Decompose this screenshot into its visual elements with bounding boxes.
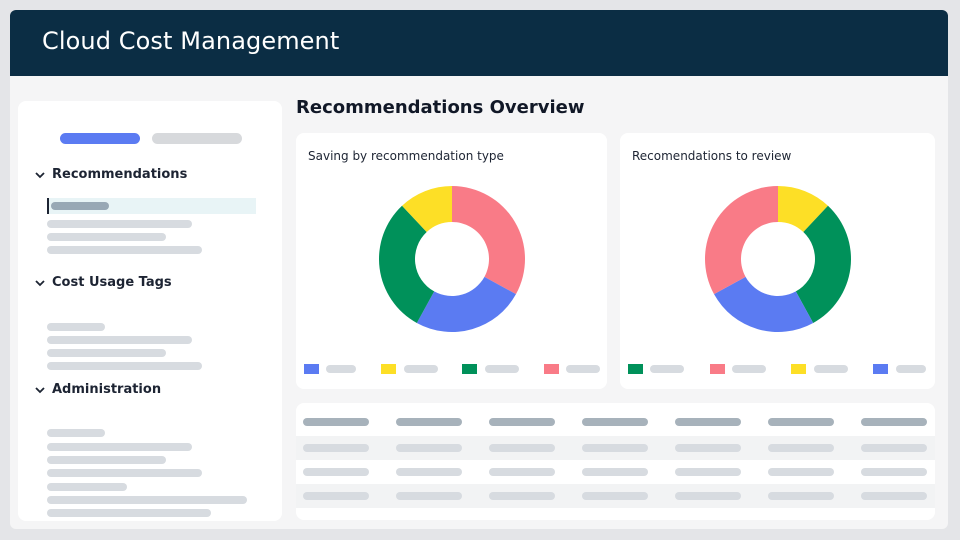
section-cost-usage-tags[interactable]: Cost Usage Tags <box>34 275 172 290</box>
section-administration[interactable]: Administration <box>34 382 161 397</box>
sidebar-item[interactable] <box>47 429 105 437</box>
donut-slice <box>705 186 778 295</box>
section-label: Recommendations <box>52 167 188 182</box>
table-cell <box>582 492 648 500</box>
sidebar-item[interactable] <box>47 469 202 477</box>
sidebar-item[interactable] <box>47 509 211 517</box>
legend-swatch <box>791 364 806 374</box>
legend-label <box>814 365 848 373</box>
selection-indicator <box>47 198 49 214</box>
chart-card-savings: Saving by recommendation type <box>296 133 607 389</box>
legend-label <box>404 365 438 373</box>
table-row[interactable] <box>296 460 935 484</box>
legend-label <box>326 365 356 373</box>
app-header: Cloud Cost Management <box>10 10 948 76</box>
sidebar-item[interactable] <box>47 323 105 331</box>
table-row[interactable] <box>296 436 935 460</box>
table-cell <box>768 492 834 500</box>
legend-label <box>650 365 684 373</box>
sidebar-item[interactable] <box>47 362 202 370</box>
sidebar-tab-active[interactable] <box>60 133 140 144</box>
app-window: Cloud Cost Management Recommendations Co… <box>10 10 948 529</box>
sidebar-item[interactable] <box>47 349 166 357</box>
sidebar-item[interactable] <box>47 246 202 254</box>
sidebar-tab-inactive[interactable] <box>152 133 242 144</box>
sidebar-item-label <box>51 202 109 210</box>
table-cell <box>768 468 834 476</box>
column-header[interactable] <box>768 418 834 426</box>
table-cell <box>861 492 927 500</box>
table-row[interactable] <box>296 484 935 508</box>
sidebar-item[interactable] <box>47 496 247 504</box>
table-cell <box>303 492 369 500</box>
legend-swatch <box>710 364 725 374</box>
sidebar-item[interactable] <box>47 456 166 464</box>
sidebar-item[interactable] <box>47 483 127 491</box>
app-title: Cloud Cost Management <box>42 27 340 55</box>
table-cell <box>396 444 462 452</box>
chevron-down-icon <box>35 386 45 393</box>
table-cell <box>303 468 369 476</box>
sidebar: Recommendations Cost Usage Tags Administ… <box>18 101 282 521</box>
table-cell <box>582 444 648 452</box>
table-cell <box>861 444 927 452</box>
card-title: Recomendations to review <box>632 149 792 163</box>
recommendations-table <box>296 403 935 520</box>
legend-swatch <box>381 364 396 374</box>
table-cell <box>768 444 834 452</box>
table-cell <box>675 444 741 452</box>
table-header <box>296 410 935 434</box>
table-cell <box>489 468 555 476</box>
chart-legend <box>304 364 600 374</box>
legend-swatch <box>462 364 477 374</box>
table-cell <box>489 492 555 500</box>
table-cell <box>861 468 927 476</box>
chart-legend <box>628 364 927 374</box>
sidebar-item[interactable] <box>47 233 166 241</box>
section-label: Administration <box>52 382 162 397</box>
donut-chart-savings <box>379 186 525 332</box>
page-title: Recommendations Overview <box>296 97 585 118</box>
section-recommendations[interactable]: Recommendations <box>34 167 187 182</box>
legend-label <box>896 365 926 373</box>
legend-swatch <box>544 364 559 374</box>
column-header[interactable] <box>675 418 741 426</box>
column-header[interactable] <box>861 418 927 426</box>
legend-label <box>485 365 519 373</box>
legend-swatch <box>873 364 888 374</box>
table-cell <box>489 444 555 452</box>
card-title: Saving by recommendation type <box>308 149 504 163</box>
legend-label <box>732 365 766 373</box>
table-cell <box>582 468 648 476</box>
table-cell <box>303 444 369 452</box>
legend-swatch <box>304 364 319 374</box>
section-label: Cost Usage Tags <box>52 275 172 290</box>
table-cell <box>396 492 462 500</box>
legend-label <box>566 365 600 373</box>
donut-slice <box>452 186 525 295</box>
legend-swatch <box>628 364 643 374</box>
table-cell <box>675 468 741 476</box>
column-header[interactable] <box>396 418 462 426</box>
chevron-down-icon <box>35 171 45 178</box>
column-header[interactable] <box>303 418 369 426</box>
chart-card-review: Recomendations to review <box>620 133 935 389</box>
sidebar-item[interactable] <box>47 336 192 344</box>
table-cell <box>396 468 462 476</box>
column-header[interactable] <box>582 418 648 426</box>
sidebar-item[interactable] <box>47 443 192 451</box>
table-cell <box>675 492 741 500</box>
donut-chart-review <box>705 186 851 332</box>
column-header[interactable] <box>489 418 555 426</box>
chevron-down-icon <box>35 279 45 286</box>
sidebar-item[interactable] <box>47 220 192 228</box>
